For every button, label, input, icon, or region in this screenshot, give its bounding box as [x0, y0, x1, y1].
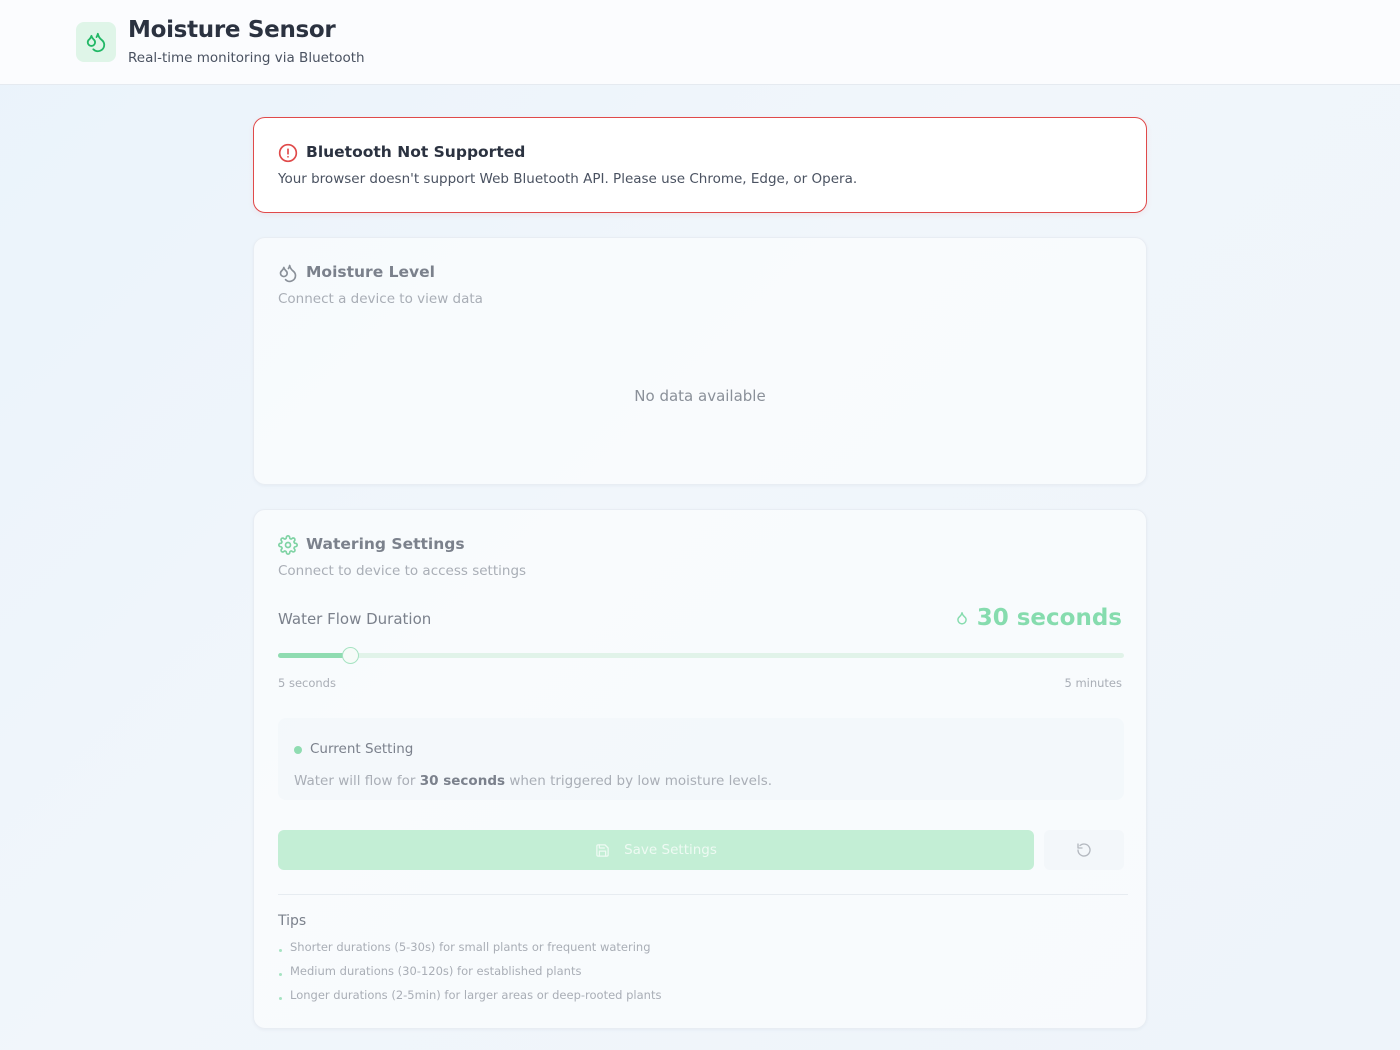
current-setting-prefix: Water will flow for [294, 773, 416, 789]
slider-fill [278, 653, 350, 658]
save-settings-label: Save Settings [624, 842, 717, 858]
current-setting-box: Current Setting Water will flow for 30 s… [278, 718, 1124, 800]
bluetooth-alert: Bluetooth Not Supported Your browser doe… [253, 117, 1147, 213]
reset-button[interactable] [1044, 830, 1124, 870]
current-setting-title: Current Setting [310, 741, 414, 757]
divider [278, 894, 1128, 895]
water-flow-label: Water Flow Duration [278, 610, 432, 628]
reset-icon [1077, 843, 1091, 857]
tips-title: Tips [278, 913, 307, 929]
moisture-card-subtitle: Connect a device to view data [278, 291, 483, 307]
duration-slider[interactable] [278, 647, 1124, 664]
current-setting-value: 30 seconds [419, 773, 506, 789]
water-flow-value: 30 seconds [955, 605, 1122, 631]
droplet-icon [956, 612, 967, 625]
empty-state-message: No data available [634, 387, 766, 405]
gear-icon [278, 535, 298, 555]
moisture-level-card: Moisture Level Connect a device to view … [253, 237, 1147, 485]
current-setting-text: Water will flow for 30 seconds when trig… [294, 773, 772, 789]
app-title: Moisture Sensor [128, 17, 336, 43]
app-subtitle: Real-time monitoring via Bluetooth [128, 50, 365, 66]
settings-card-subtitle: Connect to device to access settings [278, 563, 527, 579]
tips-list: Shorter durations (5-30s) for small plan… [278, 940, 661, 1012]
alert-title: Bluetooth Not Supported [306, 143, 526, 161]
current-setting-suffix: when triggered by low moisture levels. [509, 773, 773, 789]
watering-settings-card: Watering Settings Connect to device to a… [253, 509, 1147, 1029]
save-icon [596, 843, 609, 857]
water-flow-value-text: 30 seconds [976, 605, 1122, 631]
droplets-icon [279, 264, 297, 283]
tip-item: Longer durations (2-5min) for larger are… [278, 988, 661, 1012]
tip-item: Medium durations (30-120s) for establish… [278, 964, 661, 988]
slider-thumb[interactable] [342, 647, 359, 664]
status-dot [294, 746, 302, 754]
moisture-card-title: Moisture Level [306, 263, 435, 281]
app-header: Moisture Sensor Real-time monitoring via… [0, 0, 1400, 85]
save-settings-button[interactable]: Save Settings [278, 830, 1034, 870]
settings-card-title: Watering Settings [306, 535, 465, 553]
tip-item: Shorter durations (5-30s) for small plan… [278, 940, 661, 964]
droplets-icon [76, 22, 116, 62]
alert-circle-icon [278, 143, 298, 163]
slider-min-label: 5 seconds [278, 676, 336, 690]
alert-message: Your browser doesn't support Web Bluetoo… [278, 171, 858, 187]
slider-max-label: 5 minutes [1064, 676, 1122, 690]
